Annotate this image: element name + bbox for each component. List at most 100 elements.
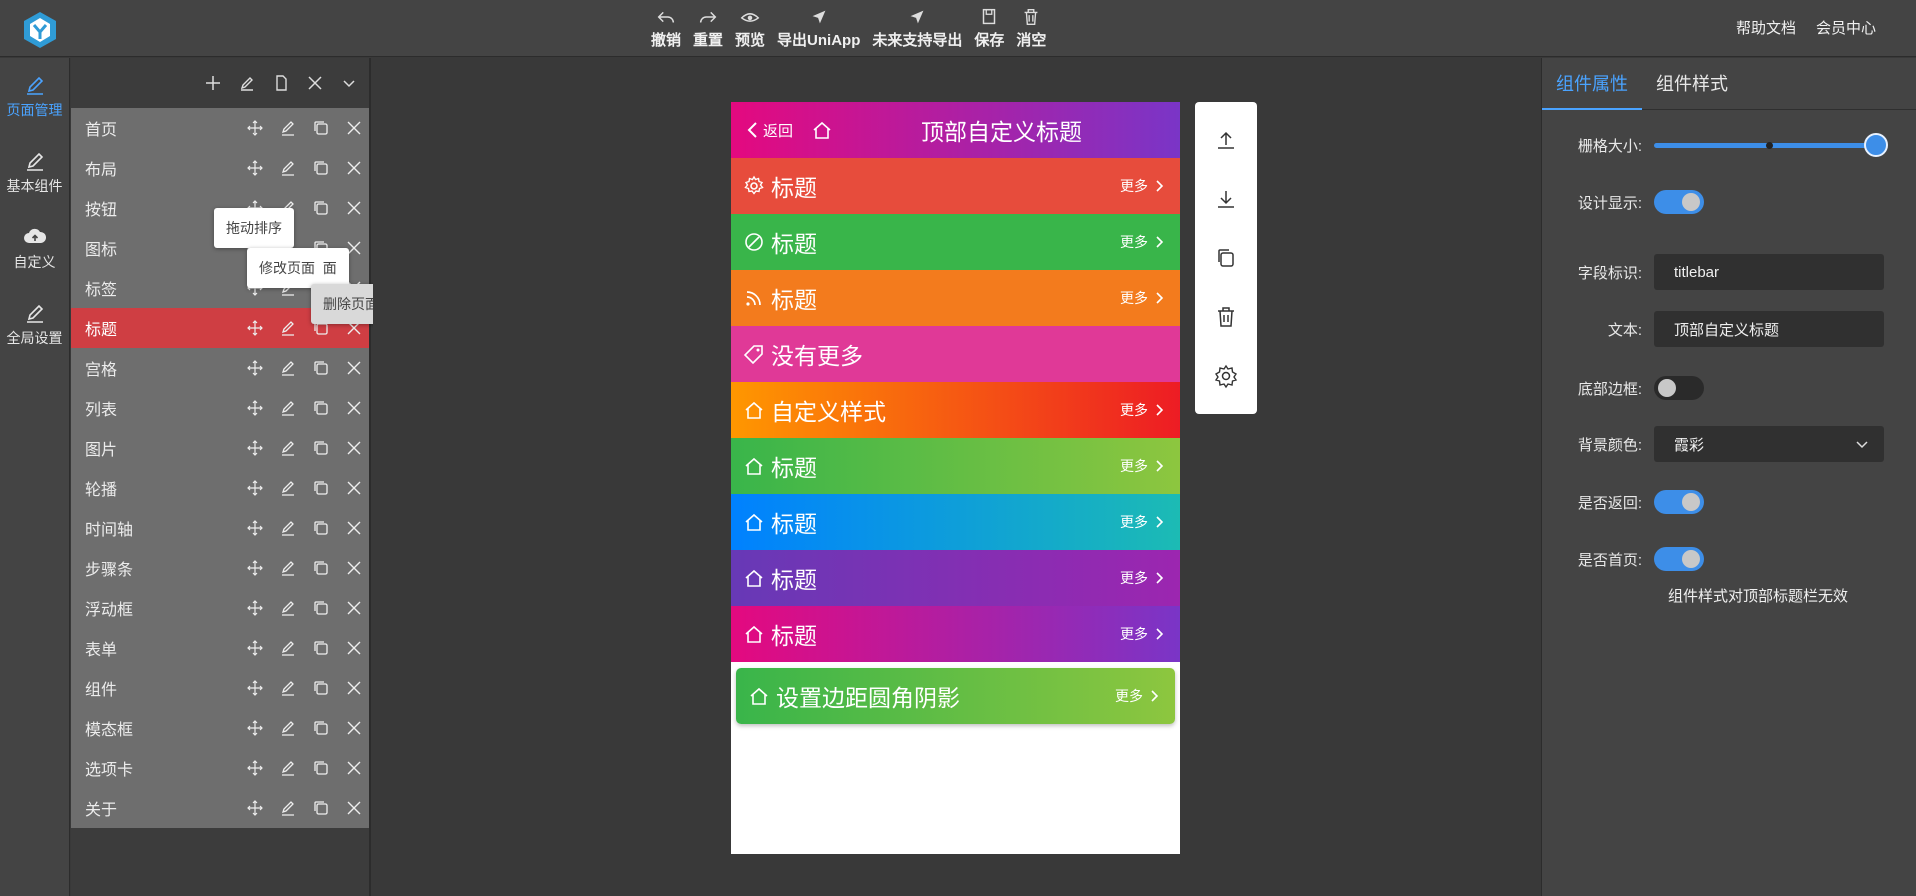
edit-icon[interactable] (279, 679, 297, 697)
delete-icon[interactable] (1213, 304, 1239, 330)
move-icon[interactable] (246, 399, 264, 417)
page-row[interactable]: 图片 (71, 428, 369, 468)
show-home-toggle[interactable] (1654, 547, 1704, 571)
close-icon[interactable] (345, 599, 363, 617)
page-row[interactable]: 首页 (71, 108, 369, 148)
copy-icon[interactable] (312, 559, 330, 577)
nav-page-management[interactable]: 页面管理 (0, 58, 69, 134)
titlebar-item[interactable]: 标题 更多 (731, 550, 1180, 606)
more-link[interactable]: 更多 (1115, 686, 1161, 706)
design-show-toggle[interactable] (1654, 190, 1704, 214)
close-icon[interactable] (345, 399, 363, 417)
edit-icon[interactable] (279, 319, 297, 337)
copy-icon[interactable] (312, 679, 330, 697)
copy-icon[interactable] (312, 119, 330, 137)
move-icon[interactable] (246, 599, 264, 617)
copy-icon[interactable] (312, 479, 330, 497)
undo-button[interactable]: 撤销 (645, 6, 687, 50)
edit-icon[interactable] (279, 159, 297, 177)
header-titlebar[interactable]: 返回 顶部自定义标题 (731, 102, 1180, 158)
nav-custom[interactable]: 自定义 (0, 210, 69, 286)
close-icon[interactable] (345, 479, 363, 497)
edit-icon[interactable] (279, 399, 297, 417)
edit-icon[interactable] (279, 479, 297, 497)
bg-color-select[interactable]: 霞彩 (1654, 426, 1884, 462)
copy-icon[interactable] (312, 759, 330, 777)
titlebar-item[interactable]: 没有更多 (731, 326, 1180, 382)
move-icon[interactable] (246, 719, 264, 737)
page-row[interactable]: 表单 (71, 628, 369, 668)
text-input[interactable]: 顶部自定义标题 (1654, 311, 1884, 347)
page-row[interactable]: 列表 (71, 388, 369, 428)
grid-size-slider[interactable] (1654, 133, 1888, 157)
close-icon[interactable] (345, 359, 363, 377)
close-icon[interactable] (345, 559, 363, 577)
move-icon[interactable] (246, 639, 264, 657)
copy-icon[interactable] (312, 519, 330, 537)
nav-global-settings[interactable]: 全局设置 (0, 286, 69, 362)
move-icon[interactable] (246, 159, 264, 177)
move-icon[interactable] (246, 519, 264, 537)
move-icon[interactable] (246, 799, 264, 817)
more-link[interactable]: 更多 (1120, 176, 1166, 196)
more-link[interactable]: 更多 (1120, 512, 1166, 532)
copy-icon[interactable] (312, 159, 330, 177)
edit-icon[interactable] (279, 559, 297, 577)
copy-icon[interactable] (312, 719, 330, 737)
chevron-down-icon[interactable] (339, 73, 359, 93)
move-icon[interactable] (246, 759, 264, 777)
copy-icon[interactable] (312, 359, 330, 377)
help-docs-link[interactable]: 帮助文档 (1736, 17, 1796, 38)
move-icon[interactable] (246, 479, 264, 497)
page-row[interactable]: 关于 (71, 788, 369, 828)
nav-basic-components[interactable]: 基本组件 (0, 134, 69, 210)
page-row[interactable]: 布局 (71, 148, 369, 188)
close-icon[interactable] (345, 519, 363, 537)
copy-icon[interactable] (312, 199, 330, 217)
move-icon[interactable] (246, 319, 264, 337)
move-icon[interactable] (246, 439, 264, 457)
clear-button[interactable]: 消空 (1010, 6, 1052, 50)
close-icon[interactable] (345, 799, 363, 817)
bottom-border-toggle[interactable] (1654, 376, 1704, 400)
close-icon[interactable] (345, 639, 363, 657)
edit-icon[interactable] (279, 639, 297, 657)
page-row[interactable]: 轮播 (71, 468, 369, 508)
titlebar-item[interactable]: 标题 更多 (731, 158, 1180, 214)
move-up-icon[interactable] (1213, 127, 1239, 153)
more-link[interactable]: 更多 (1120, 232, 1166, 252)
copy-icon[interactable] (312, 599, 330, 617)
page-row[interactable]: 时间轴 (71, 508, 369, 548)
home-icon[interactable] (811, 119, 833, 141)
move-icon[interactable] (246, 359, 264, 377)
titlebar-item[interactable]: 标题 更多 (731, 494, 1180, 550)
copy-icon[interactable] (312, 399, 330, 417)
app-logo[interactable] (20, 10, 60, 50)
show-back-toggle[interactable] (1654, 490, 1704, 514)
move-down-icon[interactable] (1213, 186, 1239, 212)
move-icon[interactable] (246, 119, 264, 137)
edit-icon[interactable] (279, 759, 297, 777)
close-icon[interactable] (345, 719, 363, 737)
export-uniapp-button[interactable]: 导出UniApp (771, 6, 866, 50)
new-page-icon[interactable] (271, 73, 291, 93)
titlebar-item[interactable]: 标题 更多 (731, 438, 1180, 494)
edit-icon[interactable] (237, 73, 257, 93)
titlebar-item[interactable]: 设置边距圆角阴影 更多 (736, 668, 1175, 724)
more-link[interactable]: 更多 (1120, 456, 1166, 476)
close-icon[interactable] (345, 759, 363, 777)
close-icon[interactable] (345, 679, 363, 697)
titlebar-item[interactable]: 标题 更多 (731, 606, 1180, 662)
copy-icon[interactable] (312, 799, 330, 817)
close-icon[interactable] (345, 159, 363, 177)
titlebar-item[interactable]: 标题 更多 (731, 214, 1180, 270)
copy-icon[interactable] (312, 639, 330, 657)
edit-icon[interactable] (279, 519, 297, 537)
close-icon[interactable] (345, 439, 363, 457)
save-button[interactable]: 保存 (968, 6, 1010, 50)
more-link[interactable]: 更多 (1120, 568, 1166, 588)
page-row[interactable]: 模态框 (71, 708, 369, 748)
copy-icon[interactable] (1213, 245, 1239, 271)
redo-button[interactable]: 重置 (687, 6, 729, 50)
close-icon[interactable] (345, 199, 363, 217)
